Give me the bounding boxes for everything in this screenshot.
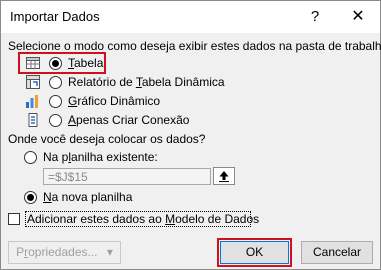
existing-sheet-label[interactable]: Na planilha existente: — [43, 150, 158, 164]
collapse-dialog-button[interactable] — [213, 167, 235, 185]
cell-reference-value: =$J$15 — [48, 170, 88, 184]
view-instruction: Selecione o modo como deseja exibir este… — [8, 39, 381, 53]
properties-button[interactable]: Propriedades... ▾ — [8, 241, 121, 264]
option-pivot-table-label[interactable]: Relatório de Tabela Dinâmica — [68, 75, 225, 89]
collapse-arrow-icon — [219, 171, 229, 182]
data-model-checkbox[interactable] — [8, 213, 20, 225]
radio-existing-sheet[interactable] — [24, 151, 37, 164]
option-connection-only-label[interactable]: Apenas Criar Conexão — [68, 113, 189, 127]
pivot-chart-icon — [26, 95, 38, 108]
radio-pivot-chart[interactable] — [49, 95, 62, 108]
table-option-highlight — [18, 52, 106, 74]
connection-icon — [28, 113, 38, 127]
dialog-title: Importar Dados — [10, 9, 100, 24]
dropdown-arrow-icon: ▾ — [106, 245, 113, 259]
cell-reference-input[interactable]: =$J$15 — [43, 168, 211, 185]
radio-connection-only[interactable] — [49, 114, 62, 127]
location-question: Onde você deseja colocar os dados? — [8, 132, 206, 146]
cancel-button[interactable]: Cancelar — [301, 241, 373, 264]
pivot-table-icon — [26, 75, 40, 89]
new-sheet-label[interactable]: Na nova planilha — [43, 190, 132, 204]
option-pivot-chart-label[interactable]: Gráfico Dinâmico — [68, 94, 160, 108]
help-button[interactable]: ? — [302, 5, 328, 29]
ok-button[interactable]: OK — [217, 238, 292, 267]
import-data-dialog: Importar Dados ? ✕ Selecione o modo como… — [0, 0, 381, 270]
radio-new-sheet[interactable] — [24, 191, 37, 204]
radio-pivot-table[interactable] — [49, 76, 62, 89]
title-bar: Importar Dados ? ✕ — [1, 1, 380, 33]
data-model-label[interactable]: Adicionar estes dados ao Modelo de Dados — [27, 212, 259, 226]
close-button[interactable]: ✕ — [345, 5, 371, 29]
